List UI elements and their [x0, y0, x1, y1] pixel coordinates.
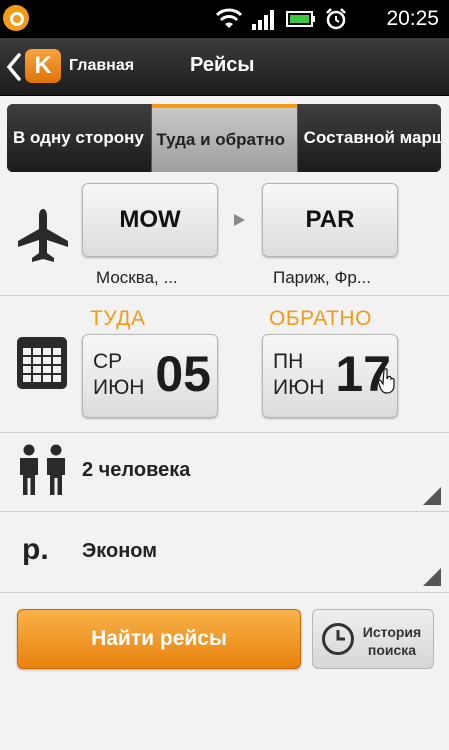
wifi-icon [216, 8, 242, 28]
divider [0, 511, 449, 512]
divider [0, 592, 449, 593]
divider [0, 432, 449, 433]
trip-type-tabs: В одну сторону Туда и обратно Составной … [7, 104, 441, 172]
home-link[interactable]: Главная [69, 57, 134, 75]
passengers-value[interactable]: 2 человека [82, 459, 190, 482]
origin-city: Москва, ... [96, 268, 178, 287]
alarm-icon [326, 8, 346, 30]
signal-icon [252, 10, 274, 30]
history-label-line1: История [362, 624, 422, 640]
search-history-button[interactable]: История поиска [312, 609, 434, 669]
history-label-line2: поиска [367, 642, 417, 658]
tab-round-trip[interactable]: Туда и обратно [152, 104, 297, 172]
battery-icon [286, 11, 315, 27]
dropdown-corner-icon[interactable] [423, 487, 441, 505]
origin-airport-button[interactable]: MOW [82, 183, 218, 257]
outbound-day: 05 [155, 346, 211, 402]
search-flights-button[interactable]: Найти рейсы [17, 609, 301, 669]
hand-cursor-icon [378, 368, 395, 394]
destination-airport-button[interactable]: PAR [262, 183, 398, 257]
app-notification-icon [3, 5, 29, 31]
return-weekday: ПН [273, 350, 304, 373]
status-bar: 20:25 [0, 0, 449, 38]
calendar-icon [17, 337, 67, 389]
origin-code: MOW [119, 206, 181, 233]
dropdown-corner-icon[interactable] [423, 568, 441, 586]
outbound-month: ИЮН [93, 376, 145, 399]
clock-icon [322, 623, 354, 655]
app-logo[interactable]: K [25, 49, 61, 83]
currency-symbol: р. [22, 533, 49, 566]
page-title: Рейсы [190, 54, 255, 76]
outbound-date-button[interactable]: СР ИЮН 05 [82, 334, 218, 418]
destination-code: PAR [305, 206, 355, 233]
tab-multi-city[interactable]: Составной маршрут [297, 104, 441, 172]
route-arrow-icon [234, 214, 245, 226]
return-month: ИЮН [273, 376, 325, 399]
divider [0, 295, 449, 296]
outbound-weekday: СР [93, 350, 123, 373]
action-bar: K Главная Рейсы [0, 38, 449, 96]
cabin-class-value[interactable]: Эконом [82, 540, 157, 563]
outbound-label: ТУДА [90, 307, 146, 330]
passengers-icon [20, 444, 65, 495]
return-label: ОБРАТНО [269, 307, 372, 330]
back-chevron-icon[interactable] [6, 53, 22, 81]
tab-one-way[interactable]: В одну сторону [7, 104, 152, 172]
destination-city: Париж, Фр... [273, 268, 371, 287]
airplane-icon [18, 209, 68, 262]
status-time: 20:25 [386, 7, 439, 30]
